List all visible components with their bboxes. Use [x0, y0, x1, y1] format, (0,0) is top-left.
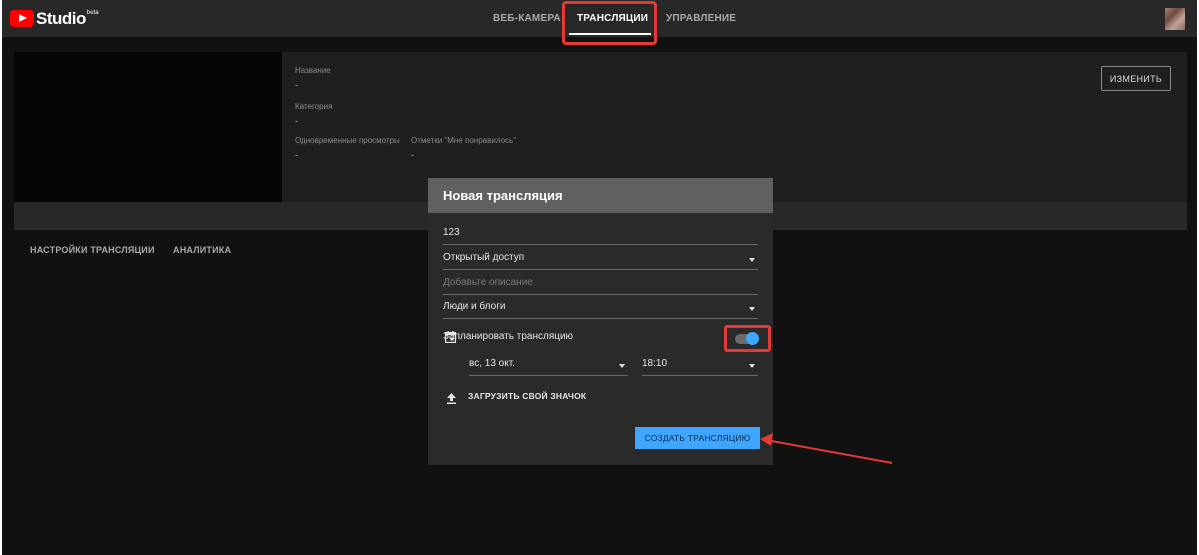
studio-logo[interactable]: Studio beta	[10, 9, 99, 29]
title-label: Название	[295, 66, 331, 75]
edit-button[interactable]: ИЗМЕНИТЬ	[1101, 66, 1171, 91]
date-select[interactable]: вс, 13 окт.	[469, 354, 628, 376]
chevron-down-icon	[749, 258, 755, 262]
concurrent-viewers-label: Одновременные просмотры	[295, 136, 400, 145]
annotation-arrow	[760, 433, 893, 464]
app-frame: Studio beta ВЕБ-КАМЕРА ТРАНСЛЯЦИИ УПРАВЛ…	[2, 0, 1197, 555]
time-value: 18:10	[642, 358, 668, 369]
category-select-value: Люди и блоги	[443, 301, 506, 312]
description-field[interactable]: Добавьте описание	[443, 273, 758, 295]
time-select[interactable]: 18:10	[642, 354, 758, 376]
concurrent-viewers-value: -	[295, 150, 298, 160]
dialog-title: Новая трансляция	[428, 178, 773, 213]
stream-name-value: 123	[443, 227, 460, 238]
privacy-select[interactable]: Открытый доступ	[443, 248, 758, 270]
chevron-down-icon	[619, 364, 625, 368]
schedule-label: Запланировать трансляцию	[443, 331, 574, 342]
stream-name-field[interactable]: 123	[443, 223, 758, 245]
date-value: вс, 13 окт.	[469, 358, 515, 369]
description-placeholder: Добавьте описание	[443, 277, 533, 288]
privacy-value: Открытый доступ	[443, 252, 525, 263]
logo-beta-badge: beta	[86, 10, 99, 16]
logo-text: Studio	[36, 9, 86, 28]
tab-stream-settings[interactable]: НАСТРОЙКИ ТРАНСЛЯЦИИ	[30, 245, 155, 255]
upload-icon	[447, 393, 456, 404]
chevron-down-icon	[749, 364, 755, 368]
chevron-down-icon	[749, 307, 755, 311]
title-value: -	[295, 80, 298, 90]
highlight-box-toggle	[724, 325, 771, 352]
highlight-box-streams-tab	[562, 1, 657, 45]
tab-manage[interactable]: УПРАВЛЕНИЕ	[666, 0, 736, 37]
likes-label: Отметки "Мне понравилось"	[411, 136, 517, 145]
avatar[interactable]	[1165, 8, 1185, 30]
likes-value: -	[411, 150, 414, 160]
upload-thumbnail-button[interactable]: ЗАГРУЗИТЬ СВОЙ ЗНАЧОК	[468, 391, 586, 401]
tab-webcam[interactable]: ВЕБ-КАМЕРА	[493, 0, 561, 37]
stream-preview	[14, 52, 282, 202]
create-stream-button[interactable]: СОЗДАТЬ ТРАНСЛЯЦИЮ	[635, 427, 760, 449]
category-label: Категория	[295, 102, 333, 111]
category-select[interactable]: Люди и блоги	[443, 297, 758, 319]
category-value: -	[295, 116, 298, 126]
new-stream-dialog: Новая трансляция 123 Открытый доступ Доб…	[428, 178, 773, 465]
youtube-play-icon	[10, 10, 34, 27]
tab-analytics[interactable]: АНАЛИТИКА	[173, 245, 231, 255]
